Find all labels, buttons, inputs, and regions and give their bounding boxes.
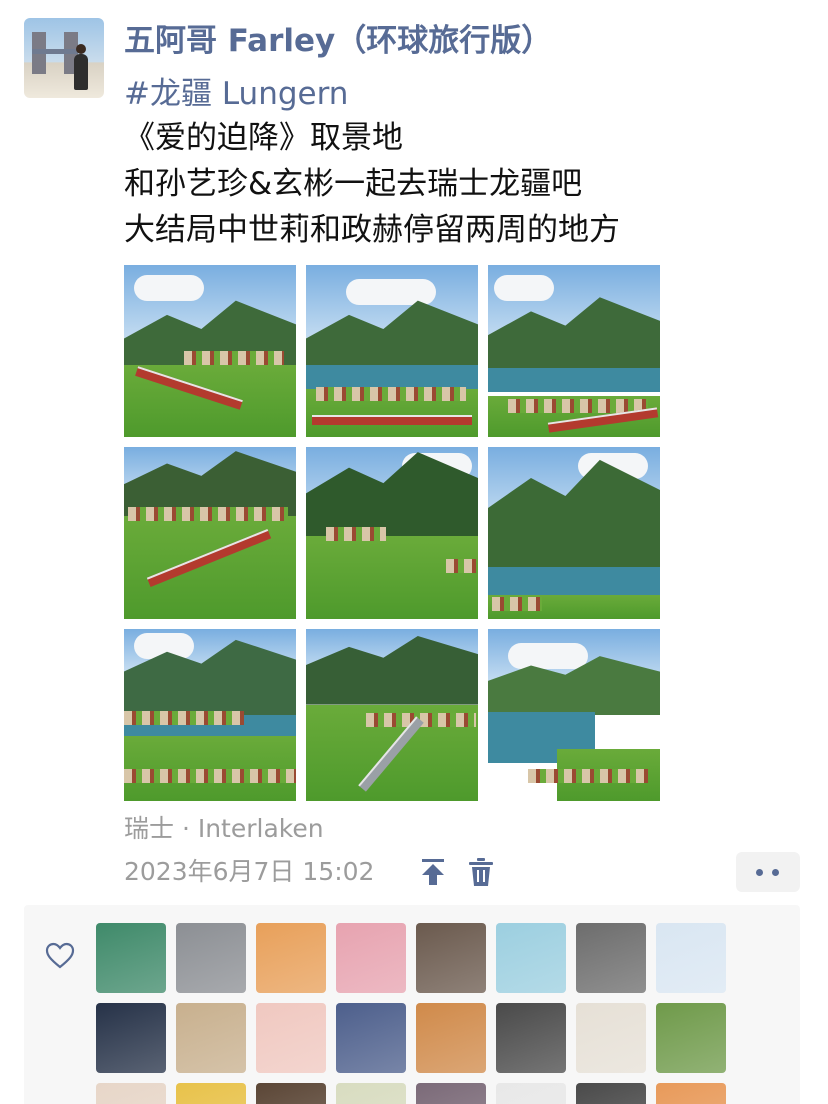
photo-thumbnail[interactable]: [488, 629, 660, 801]
location-label[interactable]: 瑞士 · Interlaken: [124, 812, 324, 846]
liker-avatar[interactable]: [256, 1083, 326, 1104]
photo-thumbnail[interactable]: [488, 447, 660, 619]
heart-icon: [44, 940, 76, 972]
liker-avatar[interactable]: [96, 1003, 166, 1073]
photo-thumbnail[interactable]: [124, 265, 296, 437]
photo-thumbnail[interactable]: [306, 629, 478, 801]
more-dots-icon: [756, 869, 763, 876]
liker-avatar[interactable]: [256, 1003, 326, 1073]
more-options-button[interactable]: [736, 852, 800, 892]
liker-avatar[interactable]: [416, 1003, 486, 1073]
more-dots-icon: [772, 869, 779, 876]
pin-to-top-icon[interactable]: [420, 857, 446, 887]
author-name[interactable]: 五阿哥 Farley（环球旅行版）: [124, 20, 552, 62]
photo-thumbnail[interactable]: [124, 447, 296, 619]
liker-avatar[interactable]: [576, 1003, 646, 1073]
liker-avatar[interactable]: [176, 1003, 246, 1073]
avatar-bridge: [32, 49, 78, 54]
liker-avatar[interactable]: [96, 923, 166, 993]
photo-thumbnail[interactable]: [488, 265, 660, 437]
photo-thumbnail[interactable]: [306, 447, 478, 619]
liker-avatar[interactable]: [656, 1083, 726, 1104]
liker-avatar[interactable]: [336, 923, 406, 993]
liker-avatar[interactable]: [256, 923, 326, 993]
liker-avatar[interactable]: [96, 1083, 166, 1104]
trash-icon[interactable]: [468, 857, 494, 887]
post-text-line-2: 和孙艺珍&玄彬一起去瑞士龙疆吧: [124, 166, 583, 202]
liker-avatar[interactable]: [496, 923, 566, 993]
photo-thumbnail[interactable]: [124, 629, 296, 801]
liker-avatar[interactable]: [576, 923, 646, 993]
liker-avatar[interactable]: [496, 1003, 566, 1073]
liker-avatar[interactable]: [336, 1083, 406, 1104]
liker-avatar[interactable]: [176, 1083, 246, 1104]
post-text-line-3: 大结局中世莉和政赫停留两周的地方: [124, 212, 620, 248]
liker-avatar[interactable]: [416, 1083, 486, 1104]
liker-avatar[interactable]: [576, 1083, 646, 1104]
author-avatar[interactable]: [24, 18, 104, 98]
topic-hashtag[interactable]: #龙疆 Lungern: [124, 74, 348, 114]
post-text-line-1: 《爱的迫降》取景地: [124, 120, 403, 156]
liker-avatar[interactable]: [176, 923, 246, 993]
liker-avatar[interactable]: [496, 1083, 566, 1104]
photo-grid: [124, 265, 660, 801]
photo-thumbnail[interactable]: [306, 265, 478, 437]
liker-avatar[interactable]: [656, 1003, 726, 1073]
liker-avatar[interactable]: [336, 1003, 406, 1073]
liker-avatar[interactable]: [656, 923, 726, 993]
avatar-head: [76, 44, 86, 54]
liker-avatar[interactable]: [416, 923, 486, 993]
post-timestamp: 2023年6月7日 15:02: [124, 857, 375, 886]
avatar-person: [74, 54, 88, 90]
